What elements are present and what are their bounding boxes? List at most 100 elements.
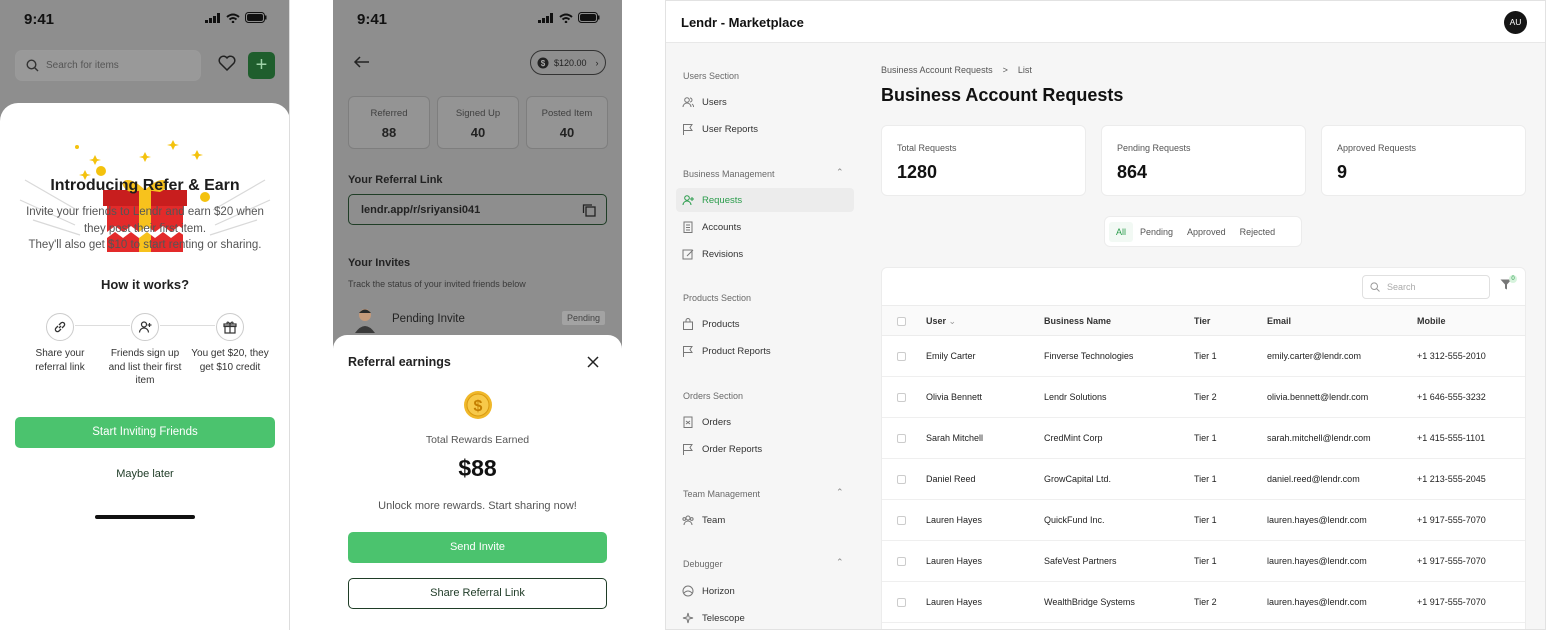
horizon-icon: [682, 585, 694, 597]
heart-icon[interactable]: [218, 55, 236, 71]
start-inviting-button[interactable]: Start Inviting Friends: [15, 417, 275, 448]
cell-email: lauren.hayes@lendr.com: [1267, 515, 1367, 525]
search-icon: [1370, 282, 1380, 292]
cell-business: Lendr Solutions: [1044, 392, 1107, 402]
copy-icon[interactable]: [582, 203, 596, 217]
sidebar-item-users[interactable]: Users: [676, 90, 854, 114]
table-row[interactable]: Olivia Bennett Lendr Solutions Tier 2 ol…: [882, 377, 1525, 418]
cell-mobile: +1 213-555-2045: [1417, 474, 1486, 484]
admin-dashboard: Lendr - Marketplace AU Users Section Use…: [665, 0, 1546, 630]
table-row[interactable]: Emily Carter Finverse Technologies Tier …: [882, 336, 1525, 377]
tab-approved[interactable]: Approved: [1180, 222, 1233, 242]
row-checkbox[interactable]: [897, 598, 906, 607]
row-checkbox[interactable]: [897, 393, 906, 402]
column-header-label: User: [926, 316, 947, 326]
cell-user: Lauren Hayes: [926, 515, 983, 525]
invites-label: Your Invites: [348, 257, 411, 269]
cell-email: emily.carter@lendr.com: [1267, 351, 1361, 361]
sidebar-item-product-reports[interactable]: Product Reports: [676, 339, 854, 363]
breadcrumb: Business Account Requests > List: [881, 65, 1032, 75]
sidebar-item-horizon[interactable]: Horizon: [676, 579, 854, 603]
description-line-2: They'll also get $10 to start renting or…: [28, 239, 262, 251]
cell-tier: Tier 1: [1194, 556, 1217, 566]
send-invite-button[interactable]: Send Invite: [348, 532, 607, 563]
wifi-icon: [226, 13, 240, 23]
sidebar-item-revisions[interactable]: Revisions: [676, 242, 854, 266]
page-title: Business Account Requests: [881, 85, 1124, 105]
stat-value: 1280: [897, 162, 938, 182]
receipt-icon: [683, 416, 693, 428]
refer-earn-screen: 9:41 Search for items + Introducing Refe…: [0, 0, 290, 630]
breadcrumb-parent[interactable]: Business Account Requests: [881, 65, 993, 75]
tab-pending[interactable]: Pending: [1133, 222, 1180, 242]
chevron-up-icon[interactable]: ⌃: [836, 557, 844, 568]
table-row[interactable]: Daniel Reed GrowCapital Ltd. Tier 1 dani…: [882, 459, 1525, 500]
status-time: 9:41: [357, 11, 388, 28]
cell-business: GrowCapital Ltd.: [1044, 474, 1112, 484]
stat-label: Posted Item: [541, 108, 593, 119]
row-checkbox[interactable]: [897, 352, 906, 361]
table-row[interactable]: Lauren Hayes QuickFund Inc. Tier 1 laure…: [882, 500, 1525, 541]
sidebar-item-orders[interactable]: Orders: [676, 410, 854, 434]
row-checkbox[interactable]: [897, 475, 906, 484]
status-icons: [538, 12, 600, 23]
stat-value: 9: [1337, 162, 1348, 182]
cell-tier: Tier 1: [1194, 515, 1217, 525]
table-row[interactable]: Lauren Hayes SafeVest Partners Tier 1 la…: [882, 541, 1525, 582]
tab-rejected[interactable]: Rejected: [1233, 222, 1283, 242]
tab-all[interactable]: All: [1109, 221, 1134, 242]
sidebar-item-requests[interactable]: Requests: [676, 188, 854, 212]
sidebar-item-label: Horizon: [702, 585, 735, 597]
sidebar-item-order-reports[interactable]: Order Reports: [676, 437, 854, 461]
row-checkbox[interactable]: [897, 516, 906, 525]
cell-mobile: +1 917-555-7070: [1417, 515, 1486, 525]
step-1-icon-circle: [46, 313, 74, 341]
maybe-later-link[interactable]: Maybe later: [0, 468, 289, 480]
referral-link-field[interactable]: lendr.app/r/sriyansi041: [348, 194, 607, 225]
cell-business: Finverse Technologies: [1044, 351, 1134, 361]
chevron-up-icon[interactable]: ⌃: [836, 487, 844, 498]
sidebar-item-telescope[interactable]: Telescope: [676, 606, 854, 629]
table-row[interactable]: Sarah Mitchell CredMint Corp Tier 1 sara…: [882, 418, 1525, 459]
stat-card-referred: Referred 88: [348, 96, 430, 149]
balance-pill[interactable]: $ $120.00 ›: [530, 50, 606, 75]
row-checkbox[interactable]: [897, 557, 906, 566]
stat-value: 40: [559, 125, 575, 140]
total-rewards-label: Total Rewards Earned: [425, 434, 530, 446]
table-row[interactable]: Lauren Hayes WealthBridge Systems Tier 2…: [882, 582, 1525, 623]
share-referral-link-button[interactable]: Share Referral Link: [348, 578, 607, 609]
row-checkbox[interactable]: [897, 434, 906, 443]
back-arrow-icon[interactable]: [353, 55, 371, 69]
search-placeholder: Search: [1387, 282, 1416, 292]
chevron-up-icon[interactable]: ⌃: [836, 167, 844, 178]
signal-icon: [205, 12, 220, 23]
user-avatar[interactable]: AU: [1504, 11, 1527, 34]
select-all-checkbox[interactable]: [897, 317, 906, 326]
sidebar-item-user-reports[interactable]: User Reports: [676, 117, 854, 141]
cell-mobile: +1 415-555-1101: [1417, 433, 1486, 443]
cell-email: daniel.reed@lendr.com: [1267, 474, 1360, 484]
stat-card-signed-up: Signed Up 40: [437, 96, 519, 149]
sidebar-item-label: Orders: [702, 416, 732, 428]
add-item-button[interactable]: +: [248, 52, 275, 79]
refer-description: Invite your friends to Lendr and earn $2…: [20, 204, 270, 254]
search-input[interactable]: Search for items: [15, 50, 201, 81]
cell-mobile: +1 312-555-2010: [1417, 351, 1486, 361]
close-icon[interactable]: [587, 356, 599, 368]
link-icon: [54, 321, 66, 333]
cell-mobile: +1 917-555-7070: [1417, 556, 1486, 566]
search-icon: [26, 59, 39, 72]
breadcrumb-current: List: [1017, 65, 1032, 75]
team-icon: [682, 515, 694, 526]
avatar: [355, 309, 375, 333]
cell-business: WealthBridge Systems: [1044, 597, 1135, 607]
stat-label: Signed Up: [455, 108, 501, 119]
column-header-user[interactable]: User ⌄: [926, 316, 956, 327]
sidebar-item-team[interactable]: Team: [676, 508, 854, 532]
sidebar-item-products[interactable]: Products: [676, 312, 854, 336]
step-1-label: Share your referral link: [35, 348, 85, 373]
battery-icon: [578, 12, 600, 23]
brand-title: Lendr - Marketplace: [681, 15, 804, 30]
sidebar-item-accounts[interactable]: Accounts: [676, 215, 854, 239]
table-search-input[interactable]: Search: [1362, 275, 1490, 299]
